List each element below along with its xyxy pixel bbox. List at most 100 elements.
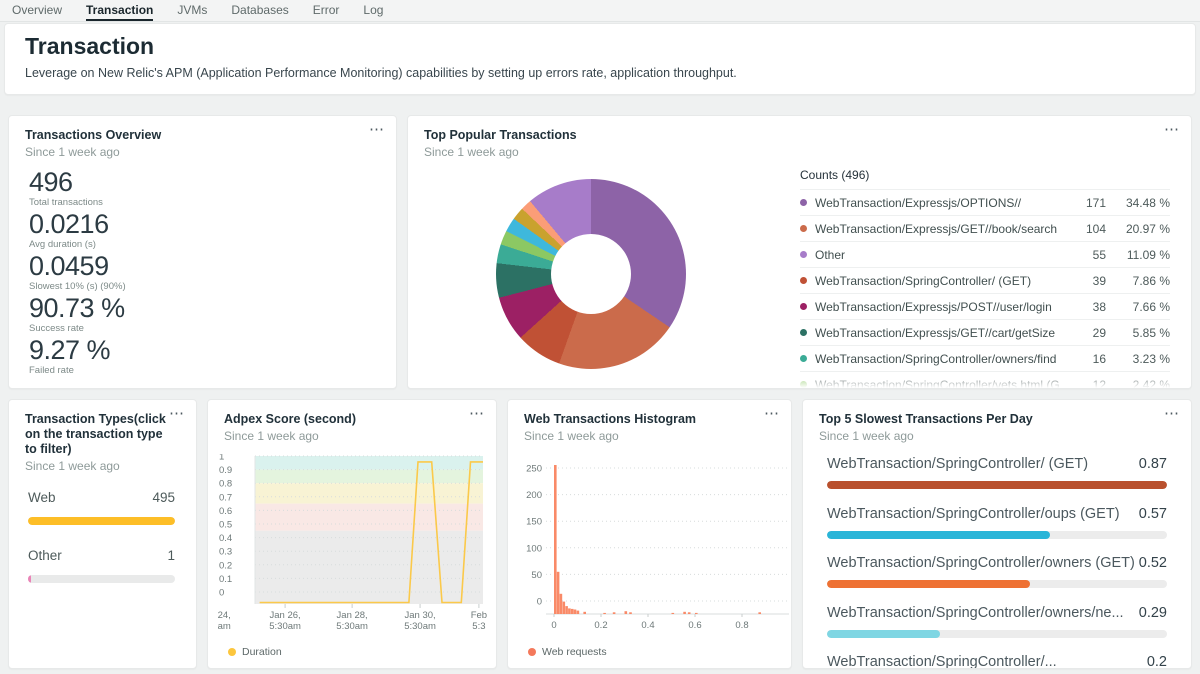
donut-hole: [551, 234, 631, 314]
slowest-row-header: WebTransaction/SpringController/ (GET) 0.…: [827, 454, 1167, 474]
legend-row[interactable]: WebTransaction/SpringController/ (GET)39…: [800, 267, 1170, 293]
stat-label: Failed rate: [29, 365, 126, 376]
panel-menu-icon[interactable]: ⋯: [1164, 121, 1179, 139]
slowest-transaction-value: 0.57: [1139, 504, 1167, 524]
legend-row[interactable]: WebTransaction/Expressjs/GET//cart/getSi…: [800, 319, 1170, 345]
legend-label: WebTransaction/SpringController/ (GET): [815, 274, 1060, 288]
svg-text:1: 1: [219, 454, 224, 463]
stat-block: 0.0216Avg duration (s): [29, 209, 126, 251]
type-value: 1: [167, 546, 175, 566]
stat-label: Avg duration (s): [29, 239, 126, 250]
stat-value: 0.0216: [29, 209, 126, 239]
histogram-legend: Web requests: [528, 646, 607, 658]
slowest-transaction-value: 0.29: [1139, 603, 1167, 623]
svg-text:0.4: 0.4: [219, 533, 232, 544]
svg-text:0.8: 0.8: [735, 620, 748, 631]
legend-color-dot: [800, 303, 807, 310]
type-bar-fill: [28, 517, 175, 525]
svg-text:5:3: 5:3: [472, 621, 485, 632]
slowest-transaction-name: WebTransaction/SpringController/owners (…: [827, 553, 1135, 573]
panel-title: Transactions Overview: [25, 128, 380, 143]
duration-legend-label: Duration: [242, 646, 282, 658]
svg-text:0.4: 0.4: [641, 620, 654, 631]
panel-title: Adpex Score (second): [224, 412, 480, 427]
slowest-row[interactable]: WebTransaction/SpringController/owners/n…: [827, 603, 1167, 653]
donut-chart[interactable]: [496, 179, 686, 369]
stat-block: 9.27 %Failed rate: [29, 335, 126, 377]
svg-text:0.2: 0.2: [219, 560, 232, 571]
panel-menu-icon[interactable]: ⋯: [169, 405, 184, 423]
panel-top5-slowest-transactions: Top 5 Slowest Transactions Per Day Since…: [802, 399, 1192, 669]
duration-legend-dot: [228, 648, 236, 656]
slowest-row[interactable]: WebTransaction/SpringController/ (GET) 0.…: [827, 454, 1167, 504]
svg-text:24,: 24,: [218, 610, 231, 621]
panel-subtitle: Since 1 week ago: [25, 145, 380, 159]
slowest-row-header: WebTransaction/SpringController/oups (GE…: [827, 504, 1167, 524]
svg-text:0.9: 0.9: [219, 465, 232, 476]
tab-databases[interactable]: Databases: [231, 0, 288, 21]
legend-row[interactable]: WebTransaction/Expressjs/GET//book/searc…: [800, 215, 1170, 241]
type-row[interactable]: Other1: [28, 546, 175, 583]
legend-fade: [408, 372, 1191, 388]
slowest-transaction-value: 0.2: [1147, 652, 1167, 669]
legend-pct: 11.09 %: [1106, 248, 1170, 262]
slowest-transaction-name: WebTransaction/SpringController/oups (GE…: [827, 504, 1120, 524]
stat-value: 496: [29, 167, 126, 197]
panel-transactions-overview: Transactions Overview Since 1 week ago ⋯…: [8, 115, 397, 389]
type-bar-track: [28, 575, 175, 583]
svg-text:0: 0: [537, 597, 542, 608]
panel-menu-icon[interactable]: ⋯: [764, 405, 779, 423]
tab-transaction[interactable]: Transaction: [86, 0, 153, 21]
histogram-plot[interactable]: 05010015020025000.20.40.60.8: [516, 450, 792, 632]
page-title: Transaction: [25, 33, 154, 60]
svg-text:0: 0: [551, 620, 556, 631]
legend-color-dot: [800, 225, 807, 232]
types-rows: Web495 Other1: [28, 488, 175, 604]
slowest-bar-track: [827, 580, 1167, 588]
tab-overview[interactable]: Overview: [12, 0, 62, 21]
panel-adpex-score: Adpex Score (second) Since 1 week ago ⋯ …: [207, 399, 497, 669]
svg-text:5:30am: 5:30am: [404, 621, 436, 632]
slowest-row[interactable]: WebTransaction/SpringController/oups (GE…: [827, 504, 1167, 554]
stat-value: 0.0459: [29, 251, 126, 281]
legend-color-dot: [800, 277, 807, 284]
svg-text:0: 0: [219, 588, 224, 599]
slowest-transaction-value: 0.87: [1139, 454, 1167, 474]
legend-color-dot: [800, 251, 807, 258]
stat-label: Total transactions: [29, 197, 126, 208]
legend-row[interactable]: WebTransaction/SpringController/owners/f…: [800, 345, 1170, 371]
legend-title: Counts (496): [800, 165, 1170, 189]
legend-count: 38: [1060, 300, 1106, 314]
svg-text:0.7: 0.7: [219, 492, 232, 503]
slowest-row-header: WebTransaction/SpringController/... 0.2: [827, 652, 1167, 669]
type-row[interactable]: Web495: [28, 488, 175, 525]
slowest-bar-fill: [827, 580, 1030, 588]
panel-transaction-types: Transaction Types(click on the transacti…: [8, 399, 197, 669]
slowest-row[interactable]: WebTransaction/SpringController/owners (…: [827, 553, 1167, 603]
slowest-bar-fill: [827, 531, 1050, 539]
legend-row[interactable]: WebTransaction/Expressjs/OPTIONS//17134.…: [800, 189, 1170, 215]
adpex-plot[interactable]: 10.90.80.70.60.50.40.30.20.1024,amJan 26…: [216, 454, 497, 636]
legend-row[interactable]: Other5511.09 %: [800, 241, 1170, 267]
slowest-transaction-name: WebTransaction/SpringController/ (GET): [827, 454, 1088, 474]
panel-menu-icon[interactable]: ⋯: [369, 121, 384, 139]
panel-subtitle: Since 1 week ago: [25, 459, 168, 473]
legend-label: WebTransaction/Expressjs/GET//cart/getSi…: [815, 326, 1060, 340]
tab-log[interactable]: Log: [363, 0, 383, 21]
tab-jvms[interactable]: JVMs: [177, 0, 207, 21]
svg-text:0.6: 0.6: [219, 506, 232, 517]
panel-title: Web Transactions Histogram: [524, 412, 775, 427]
slowest-transaction-name: WebTransaction/SpringController/...: [827, 652, 1057, 669]
panel-subtitle: Since 1 week ago: [524, 429, 775, 443]
slowest-bar-fill: [827, 630, 940, 638]
panel-menu-icon[interactable]: ⋯: [1164, 405, 1179, 423]
panel-title: Transaction Types(click on the transacti…: [25, 412, 168, 457]
legend-row[interactable]: WebTransaction/Expressjs/POST//user/logi…: [800, 293, 1170, 319]
svg-text:0.2: 0.2: [594, 620, 607, 631]
tab-bar: Overview Transaction JVMs Databases Error Log: [0, 0, 1200, 22]
legend-count: 171: [1060, 196, 1106, 210]
panel-menu-icon[interactable]: ⋯: [469, 405, 484, 423]
slowest-row[interactable]: WebTransaction/SpringController/... 0.2: [827, 652, 1167, 669]
svg-text:Jan 30,: Jan 30,: [404, 610, 435, 621]
tab-error[interactable]: Error: [313, 0, 340, 21]
